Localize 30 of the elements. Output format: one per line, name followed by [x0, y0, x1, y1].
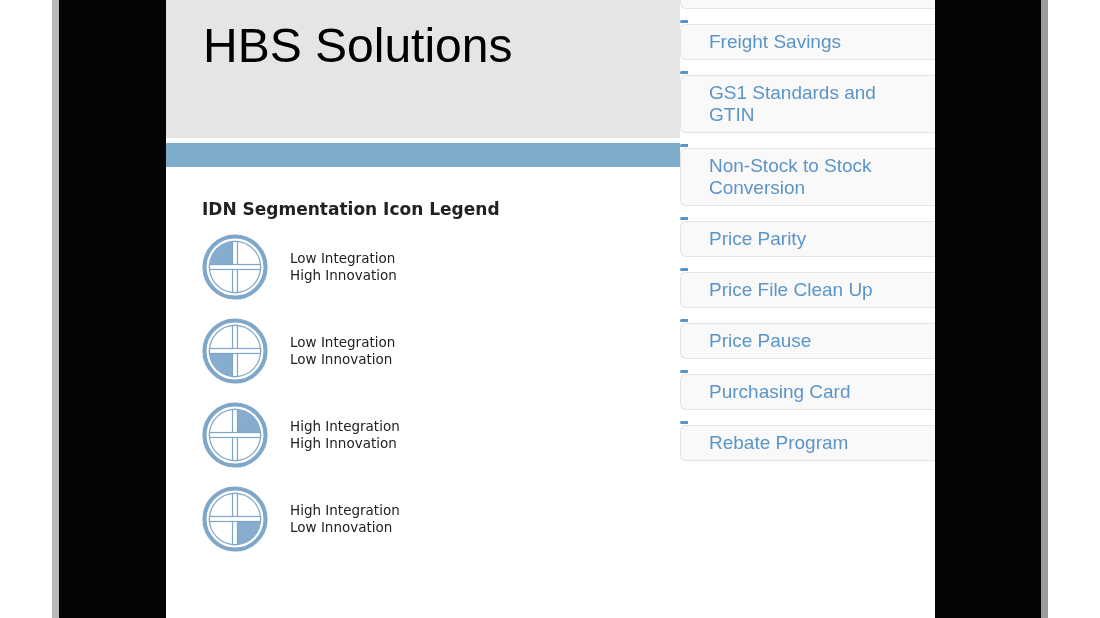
tab-marker-icon	[680, 319, 688, 322]
menu-item[interactable]: GS1 Standards and GTIN	[680, 75, 935, 133]
menu-item[interactable]: Price Pause	[680, 323, 935, 359]
tab-marker-icon	[680, 217, 688, 220]
tab-marker-icon	[680, 268, 688, 271]
segment-quadrant-icon	[202, 486, 268, 552]
tab-marker-icon	[680, 71, 688, 74]
menu-item[interactable]: Freight Savings	[680, 24, 935, 60]
menu-item[interactable]: Purchasing Card	[680, 374, 935, 410]
segment-quadrant-icon	[202, 234, 268, 300]
legend-label: High Integration	[290, 502, 400, 519]
legend-label: Low Innovation	[290, 351, 394, 368]
legend-label: Low Integration	[290, 250, 397, 267]
menu-item[interactable]: Price Parity	[680, 221, 935, 257]
legend-title: IDN Segmentation Icon Legend	[202, 199, 501, 219]
legend-label: Low Innovation	[290, 519, 394, 536]
tab-marker-icon	[680, 20, 688, 23]
menu-item[interactable]: Non-Stock to Stock Conversion	[680, 148, 935, 206]
legend-label: High Innovation	[290, 267, 397, 284]
legend-label: High Innovation	[290, 435, 398, 452]
menu-item[interactable]: Price File Clean Up	[680, 272, 935, 308]
segment-quadrant-icon	[202, 318, 268, 384]
tab-marker-icon	[680, 421, 688, 424]
segment-quadrant-icon	[202, 402, 268, 468]
tab-marker-icon	[680, 144, 688, 147]
page-title: HBS Solutions	[203, 18, 514, 74]
legend-label: Low Integration	[290, 334, 396, 351]
menu-item[interactable]: Rebate Program	[680, 425, 935, 461]
tab-marker-icon	[680, 370, 688, 373]
legend-label: High Integration	[290, 418, 400, 435]
